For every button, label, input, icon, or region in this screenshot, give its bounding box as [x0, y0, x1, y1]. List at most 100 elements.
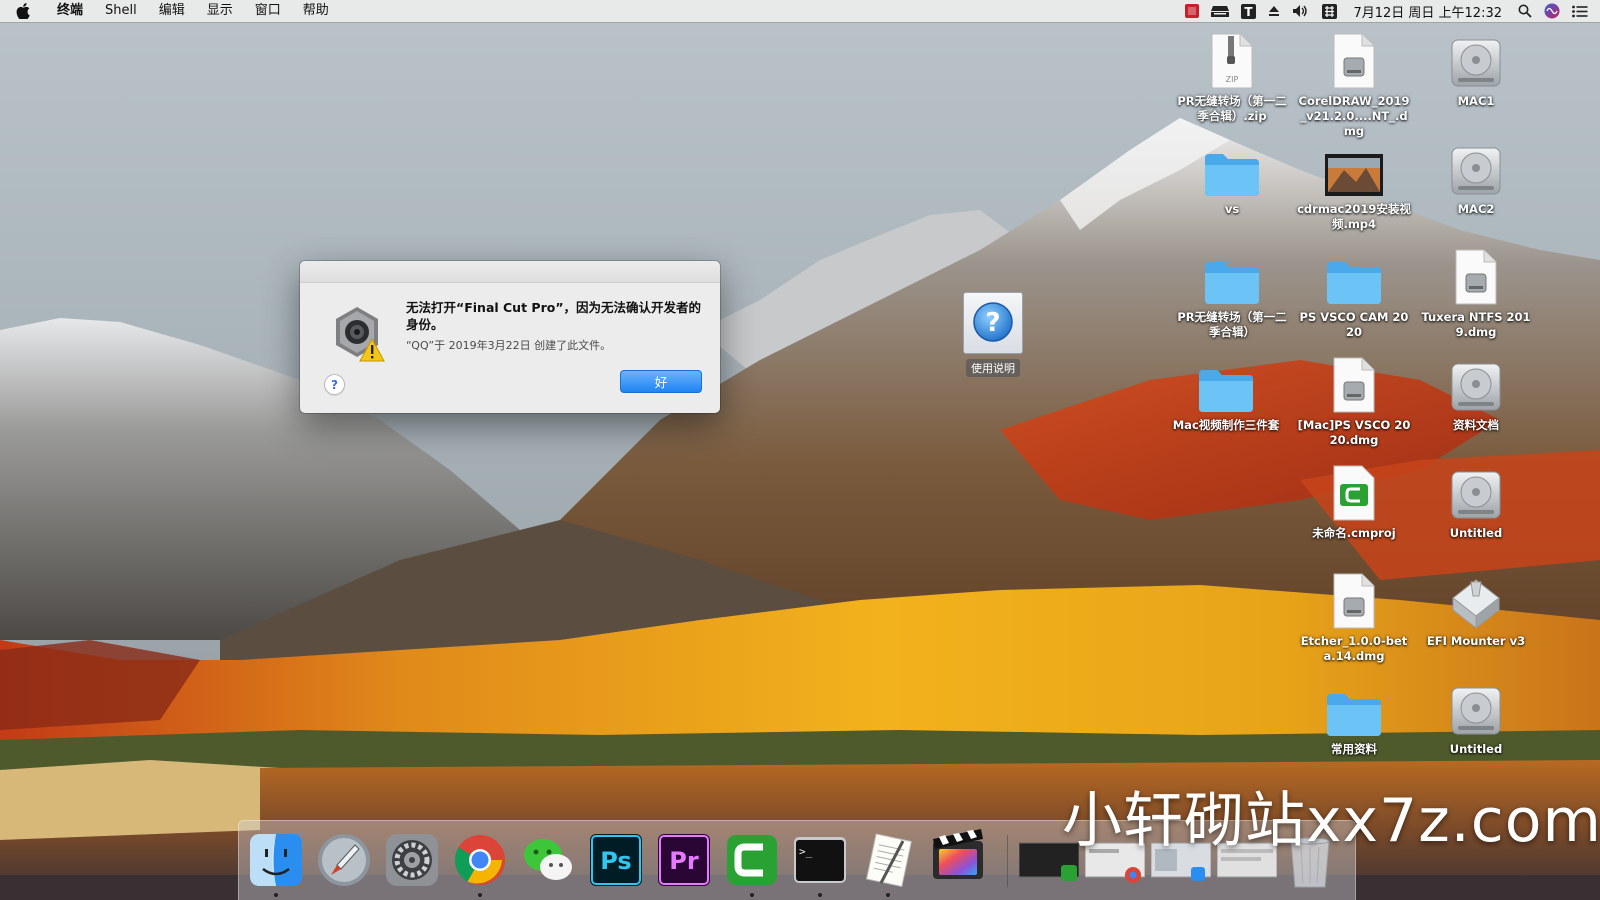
- desktop-icon-folder[interactable]: Mac视频制作三件套: [1166, 354, 1286, 433]
- alert-informative-text: “QQ”于 2019年3月22日 创建了此文件。: [406, 339, 612, 352]
- notification-center-icon[interactable]: [1566, 0, 1600, 22]
- menu-help[interactable]: 帮助: [292, 0, 340, 22]
- desktop-icon-efi[interactable]: EFI Mounter v3: [1416, 570, 1536, 649]
- eject-icon[interactable]: [1262, 0, 1286, 22]
- svg-text:>_: >_: [799, 845, 813, 858]
- desktop-icon-folder[interactable]: PR无缝转场（第一二季合辑）: [1172, 246, 1292, 340]
- watermark-text: 小轩砌站xx7z.com: [1062, 786, 1600, 856]
- volume-icon[interactable]: [1286, 0, 1316, 22]
- svg-text:Ps: Ps: [600, 847, 631, 875]
- desktop-icon-folder[interactable]: vs: [1172, 138, 1292, 217]
- desktop-icon-label: [Mac]PS VSCO 2020.dmg: [1297, 418, 1411, 447]
- folder-icon: [1199, 370, 1253, 412]
- help-button[interactable]: ?: [324, 374, 345, 395]
- menu-app-name[interactable]: 终端: [46, 0, 94, 22]
- desktop-icon-label: EFI Mounter v3: [1426, 634, 1526, 648]
- menu-shell[interactable]: Shell: [94, 0, 148, 22]
- dock-separator: [1007, 835, 1008, 887]
- desktop-icon-label: 资料文档: [1453, 418, 1499, 432]
- disk-image-icon: [1333, 573, 1375, 629]
- record-status-icon[interactable]: [1179, 0, 1205, 22]
- desktop-icon-label: 未命名.cmproj: [1312, 526, 1396, 540]
- help-document-icon[interactable]: ? 使用说明: [958, 292, 1028, 377]
- launchpad-icon[interactable]: [315, 831, 373, 889]
- alert-message-title: 无法打开“Final Cut Pro”，因为无法确认开发者的身份。: [406, 300, 702, 332]
- menu-window[interactable]: 窗口: [244, 0, 292, 22]
- hard-disk-icon: [1451, 147, 1501, 195]
- textedit-icon[interactable]: [859, 831, 917, 889]
- question-mark-icon: ?: [973, 302, 1013, 342]
- ok-button[interactable]: 好: [620, 370, 702, 393]
- spotlight-search-icon[interactable]: [1512, 0, 1538, 22]
- efi-mounter-icon: [1452, 579, 1500, 630]
- disk-image-icon: [1333, 33, 1375, 89]
- video-file-icon: [1325, 154, 1383, 196]
- folder-icon: [1205, 262, 1259, 304]
- desktop-icon-dmg[interactable]: CorelDRAW_2019_v21.2.0....NT_.dmg: [1294, 30, 1414, 139]
- hard-disk-icon: [1451, 687, 1501, 735]
- desktop-icon-label: Etcher_1.0.0-beta.14.dmg: [1300, 634, 1408, 663]
- disk-image-icon: [1333, 357, 1375, 413]
- help-document-label: 使用说明: [966, 359, 1020, 377]
- keyboard-status-icon[interactable]: [1205, 0, 1235, 22]
- terminal-icon[interactable]: >_: [791, 831, 849, 889]
- desktop-icon-dmg[interactable]: Tuxera NTFS 2019.dmg: [1416, 246, 1536, 340]
- desktop-icon-dmg[interactable]: [Mac]PS VSCO 2020.dmg: [1294, 354, 1414, 448]
- camtasia-icon[interactable]: [723, 831, 781, 889]
- dock-running-indicator: [750, 893, 754, 897]
- desktop-icon-disk[interactable]: MAC2: [1416, 138, 1536, 217]
- folder-icon: [1327, 262, 1381, 304]
- desktop-icon-label: Untitled: [1449, 742, 1503, 756]
- desktop-icon-dmg[interactable]: Etcher_1.0.0-beta.14.dmg: [1294, 570, 1414, 664]
- folder-icon: [1327, 694, 1381, 736]
- hard-disk-icon: [1451, 471, 1501, 519]
- desktop-icon-disk[interactable]: Untitled: [1416, 678, 1536, 757]
- dock-running-indicator: [818, 893, 822, 897]
- hard-disk-icon: [1451, 39, 1501, 87]
- security-warning-icon: [326, 303, 388, 365]
- svg-text:ZIP: ZIP: [1226, 75, 1239, 84]
- wechat-icon[interactable]: [519, 831, 577, 889]
- apple-menu-icon[interactable]: [0, 0, 46, 22]
- system-preferences-icon[interactable]: [383, 831, 441, 889]
- disk-image-icon: [1455, 249, 1497, 305]
- finder-icon[interactable]: [247, 831, 305, 889]
- desktop-icon-zip[interactable]: ZIP PR无缝转场（第一二季合辑）.zip: [1172, 30, 1292, 124]
- desktop-icon-label: CorelDRAW_2019_v21.2.0....NT_.dmg: [1298, 94, 1410, 138]
- final-cut-pro-icon[interactable]: [927, 823, 985, 881]
- desktop-icon-disk[interactable]: 资料文档: [1416, 354, 1536, 433]
- desktop-icon-label: MAC2: [1457, 202, 1495, 216]
- hard-disk-icon: [1451, 363, 1501, 411]
- desktop-icon-label: Untitled: [1449, 526, 1503, 540]
- desktop-icon-disk[interactable]: MAC1: [1416, 30, 1536, 109]
- menu-clock[interactable]: 7月12日 周日 上午12:32: [1343, 0, 1512, 22]
- dock-running-indicator: [478, 893, 482, 897]
- desktop-icon-label: Tuxera NTFS 2019.dmg: [1421, 310, 1531, 339]
- text-input-icon[interactable]: T: [1235, 0, 1262, 22]
- dock-running-indicator: [274, 893, 278, 897]
- svg-text:Pr: Pr: [669, 847, 699, 875]
- desktop-icon-cmproj[interactable]: 未命名.cmproj: [1294, 462, 1414, 541]
- desktop-icon-video[interactable]: cdrmac2019安装视频.mp4: [1294, 138, 1414, 232]
- alert-titlebar[interactable]: [300, 261, 720, 283]
- photoshop-icon[interactable]: Ps: [587, 831, 645, 889]
- menu-view[interactable]: 显示: [196, 0, 244, 22]
- desktop-icon-label: PR无缝转场（第一二季合辑）: [1177, 310, 1287, 339]
- desktop-icon-folder[interactable]: 常用资料: [1294, 678, 1414, 757]
- desktop-icon-disk[interactable]: Untitled: [1416, 462, 1536, 541]
- desktop-icon-label: MAC1: [1457, 94, 1495, 108]
- svg-text:T: T: [1245, 5, 1254, 19]
- desktop-icon-label: 常用资料: [1331, 742, 1377, 756]
- desktop-icon-label: vs: [1224, 202, 1240, 216]
- desktop-icon-folder[interactable]: PS VSCO CAM 2020: [1294, 246, 1414, 340]
- menu-edit[interactable]: 编辑: [148, 0, 196, 22]
- desktop-icon-label: cdrmac2019安装视频.mp4: [1297, 202, 1411, 231]
- gatekeeper-alert-dialog: 无法打开“Final Cut Pro”，因为无法确认开发者的身份。 “QQ”于 …: [300, 261, 720, 413]
- chrome-icon[interactable]: [451, 831, 509, 889]
- zip-archive-icon: ZIP: [1211, 33, 1253, 89]
- desktop-icon-label: PR无缝转场（第一二季合辑）.zip: [1177, 94, 1287, 123]
- menu-bar: 终端 Shell 编辑 显示 窗口 帮助 T 7月12日 周日 上午12:32: [0, 0, 1600, 22]
- premiere-icon[interactable]: Pr: [655, 831, 713, 889]
- input-method-icon[interactable]: [1316, 0, 1343, 22]
- siri-icon[interactable]: [1538, 0, 1566, 22]
